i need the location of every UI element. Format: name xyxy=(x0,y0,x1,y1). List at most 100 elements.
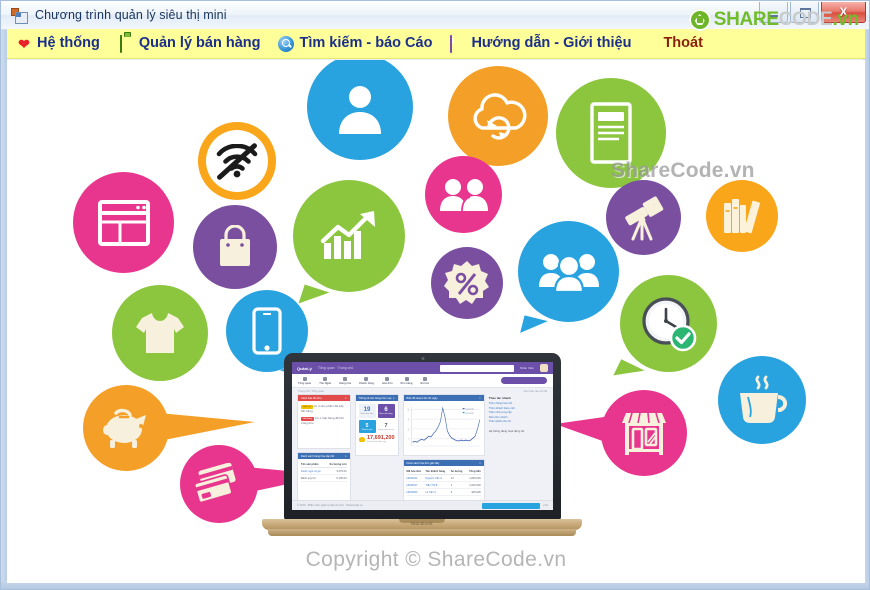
search-icon xyxy=(278,35,295,52)
laptop-brand-label: MacBook xyxy=(411,521,433,526)
books-icon xyxy=(706,180,778,252)
laptop-lid: QuảnLý Tổng quan · Trang chủ Nhân Viên T… xyxy=(284,353,561,521)
dashboard-body: Cảnh báo tồn kho × Sắp hết Có 4 sản phẩm … xyxy=(292,394,553,510)
chart-title: Biểu đồ doanh thu 30 ngày xyxy=(406,396,438,400)
artwork-canvas: QuảnLý Tổng quan · Trang chủ Nhân Viên T… xyxy=(7,60,865,583)
svg-text:Lợi nhuận: Lợi nhuận xyxy=(465,413,474,415)
info-icon xyxy=(450,34,466,53)
application-window: Chương trình quản lý siêu thị mini X SHA… xyxy=(0,0,870,590)
stats-title: Thống kê bán hàng hôm nay xyxy=(358,396,392,400)
browser-layout-icon xyxy=(73,172,174,273)
dashboard-nav-item[interactable]: Tổng quan xyxy=(298,376,311,385)
telescope-icon xyxy=(606,180,681,255)
menu-item-quan-ly-ban-hang[interactable]: Quản lý bán hàng xyxy=(109,31,270,57)
svg-text:60: 60 xyxy=(407,409,410,411)
dashboard-footer: © 2019 - Phần mềm quản lý siêu thị mini … xyxy=(292,500,553,510)
table-row: Nước ngọt có ga 3,075.00 xyxy=(301,467,347,475)
laptop-screen: QuảnLý Tổng quan · Trang chủ Nhân Viên T… xyxy=(292,362,553,510)
export-report-button[interactable] xyxy=(482,502,541,509)
tips-title: Thao tác nhanh xyxy=(488,396,511,400)
storefront-icon xyxy=(555,390,687,476)
tip-link[interactable]: Kiểm kho nhanh xyxy=(489,416,548,419)
stat-tile: 19 Hóa đơn bán xyxy=(358,404,376,418)
dashboard-nav-item[interactable]: Khách hàng xyxy=(359,376,374,385)
stats-card: Thống kê bán hàng hôm nay × 19 Hóa đơn bá… xyxy=(354,394,399,456)
dashboard-nav: Tổng quan Thu Ngân Hàng hóa Khách hàng H… xyxy=(292,374,553,388)
dashboard-app: QuảnLý Tổng quan · Trang chủ Nhân Viên T… xyxy=(292,362,553,510)
alerts-card: Cảnh báo tồn kho × Sắp hết Có 4 sản phẩm … xyxy=(297,394,351,449)
dashboard-brand: QuảnLý xyxy=(297,365,312,371)
dashboard-nav-item[interactable]: Đối tác xyxy=(421,376,429,385)
menu-item-he-thong[interactable]: ❤ Hệ thống xyxy=(7,31,109,57)
headset-support-icon xyxy=(307,60,413,160)
table-row: Bánh quy bơ 5,100.00 xyxy=(301,474,347,482)
dashboard-col-alerts: Cảnh báo tồn kho × Sắp hết Có 4 sản phẩm … xyxy=(297,394,351,510)
laptop-mockup: QuảnLý Tổng quan · Trang chủ Nhân Viên T… xyxy=(262,353,582,553)
footer-version: v1.0 xyxy=(543,504,548,507)
credit-card-icon xyxy=(180,445,330,523)
close-button[interactable]: X xyxy=(821,2,866,23)
tip-link[interactable]: Thêm khách hàng mới xyxy=(489,407,548,410)
dashboard-search-input[interactable] xyxy=(440,364,515,372)
close-icon: X xyxy=(839,5,848,19)
dashboard-nav-item[interactable]: Kho hàng xyxy=(401,376,413,385)
window-title: Chương trình quản lý siêu thị mini xyxy=(35,8,227,22)
dashboard-col-chart: Biểu đồ doanh thu 30 ngày × 60 40 20 5 D… xyxy=(402,394,485,510)
table-row: HD00011 Nguyễn Văn A 13 1,820,000 xyxy=(406,474,481,482)
menu-label: Thoát xyxy=(663,35,703,52)
dashboard-page-title: Tổng quan · Trang chủ xyxy=(317,366,354,370)
low-stock-title: Danh sách hàng hóa sắp hết xyxy=(301,454,335,458)
revenue-icon xyxy=(358,436,365,442)
svg-text:Doanh thu: Doanh thu xyxy=(465,408,474,411)
menu-card-icon xyxy=(556,78,666,188)
window-controls: X xyxy=(759,2,866,23)
dashboard-nav-item[interactable]: Hàng hóa xyxy=(339,376,351,385)
dashboard-col-stats: Thống kê bán hàng hôm nay × 19 Hóa đơn bá… xyxy=(354,394,399,510)
menu-item-tim-kiem-bao-cao[interactable]: Tìm kiếm - báo Cáo xyxy=(269,31,441,57)
shopping-bag-icon xyxy=(193,205,277,289)
dashboard-nav-item[interactable]: Hóa đơn xyxy=(382,376,393,385)
table-row: HD00002 Lê Văn C 3 345,000 xyxy=(406,488,481,496)
breadcrumb-link[interactable]: Xem báo cáo chi tiết xyxy=(523,390,547,393)
revenue-label: Doanh thu hôm nay xyxy=(367,441,387,443)
breadcrumb-text: Trang chủ / Tổng quan xyxy=(298,389,325,393)
clock-check-icon xyxy=(613,275,717,387)
table-row: HD00017 Trần Thị B 1 1,040,000 xyxy=(406,481,481,489)
alerts-title: Cảnh báo tồn kho xyxy=(301,396,322,400)
recent-invoices-table: Mã hóa đơn Tên khách hàng Số lượng Tổng … xyxy=(406,469,481,496)
menu-label: Hướng dẫn - Giới thiệu xyxy=(471,35,632,52)
avatar[interactable] xyxy=(540,364,548,372)
tshirt-icon xyxy=(112,285,208,381)
bottle-icon xyxy=(118,34,134,53)
footer-text: © 2019 - Phần mềm quản lý siêu thị mini … xyxy=(297,504,363,507)
laptop-camera-icon xyxy=(421,357,424,360)
recent-title: Danh sách hóa đơn gần đây xyxy=(406,461,440,465)
laptop-foot xyxy=(268,529,576,536)
revenue-line-chart: 60 40 20 5 Doanh thu Lợi nhuận xyxy=(407,406,480,447)
menu-label: Tìm kiếm - báo Cáo xyxy=(299,35,433,52)
tip-link[interactable]: Thêm phiếu thu chi xyxy=(489,420,548,423)
stat-tile: 6 Đơn trả hàng xyxy=(377,404,395,418)
maximize-button[interactable] xyxy=(790,2,819,23)
group-people-icon xyxy=(518,221,619,339)
dashboard-nav-item[interactable]: Thu Ngân xyxy=(319,376,331,385)
discount-badge-icon xyxy=(431,247,503,319)
dashboard-topbar: QuảnLý Tổng quan · Trang chủ Nhân Viên xyxy=(292,362,553,374)
menu-item-thoat[interactable]: Thoát xyxy=(654,31,711,57)
minimize-button[interactable] xyxy=(759,2,788,23)
menu-label: Hệ thống xyxy=(37,35,100,52)
stat-tile: 7 Đang giao hàng xyxy=(377,420,395,433)
svg-text:20: 20 xyxy=(407,429,410,431)
dashboard-user-label: Nhân Viên xyxy=(520,366,534,370)
piggy-bank-icon xyxy=(83,385,255,471)
tip-link[interactable]: Thêm nhà cung cấp xyxy=(489,411,548,414)
app-window-icon xyxy=(11,7,28,24)
svg-text:40: 40 xyxy=(407,419,410,421)
tips-note: Hệ thống đang hoạt động tốt xyxy=(488,429,525,433)
tip-link[interactable]: Thêm hàng hóa mới xyxy=(489,402,548,405)
menu-label: Quản lý bán hàng xyxy=(138,35,261,52)
heart-icon: ❤ xyxy=(18,35,30,52)
coffee-cup-icon xyxy=(718,356,806,444)
dashboard-create-invoice-button[interactable] xyxy=(501,377,547,384)
menu-item-huong-dan-gioi-thieu[interactable]: Hướng dẫn - Giới thiệu xyxy=(441,31,640,57)
